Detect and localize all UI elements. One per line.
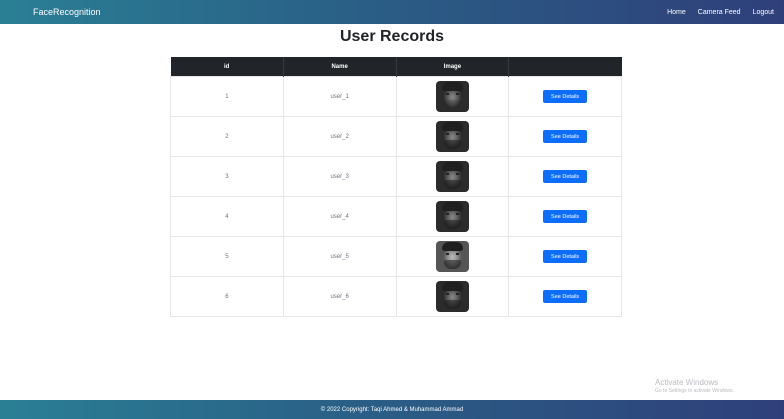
cell-image xyxy=(395,76,510,117)
user-face-image xyxy=(435,81,469,112)
user-face-image xyxy=(435,201,469,232)
table-header-row: id Name Image xyxy=(170,57,622,77)
footer: © 2022 Copyright: Taqi Ahmed & Muhammad … xyxy=(0,400,784,419)
cell-action: See Details xyxy=(508,236,622,277)
nav-links: Home Camera Feed Logout xyxy=(667,9,774,16)
table-row: 6 user_6 See Details xyxy=(170,276,622,317)
nav-link-camera-feed[interactable]: Camera Feed xyxy=(698,9,741,16)
user-face-image xyxy=(435,241,469,272)
user-face-image xyxy=(435,281,469,312)
table-row: 4 user_4 See Details xyxy=(170,196,622,237)
cell-name: user_3 xyxy=(282,156,397,197)
user-records-table: id Name Image 1 user_1 See Details 2 use… xyxy=(170,57,622,317)
header-name: Name xyxy=(283,57,397,77)
table-row: 3 user_3 See Details xyxy=(170,156,622,197)
cell-id: 3 xyxy=(170,156,284,197)
cell-id: 5 xyxy=(170,236,284,277)
cell-image xyxy=(395,196,510,237)
cell-image xyxy=(395,156,510,197)
table-row: 1 user_1 See Details xyxy=(170,76,622,117)
navbar: FaceRecognition Home Camera Feed Logout xyxy=(0,0,784,24)
cell-name: user_1 xyxy=(282,76,397,117)
cell-action: See Details xyxy=(508,116,622,157)
see-details-button[interactable]: See Details xyxy=(543,90,588,103)
cell-action: See Details xyxy=(508,276,622,317)
see-details-button[interactable]: See Details xyxy=(543,210,588,223)
cell-name: user_4 xyxy=(282,196,397,237)
activate-windows-watermark: Activate Windows Go to Settings to activ… xyxy=(655,378,734,394)
watermark-title: Activate Windows xyxy=(655,378,719,387)
see-details-button[interactable]: See Details xyxy=(543,290,588,303)
cell-id: 2 xyxy=(170,116,284,157)
watermark-subtitle: Go to Settings to activate Windows. xyxy=(655,388,734,394)
cell-name: user_2 xyxy=(282,116,397,157)
cell-id: 1 xyxy=(170,76,284,117)
nav-link-logout[interactable]: Logout xyxy=(753,9,774,16)
table-row: 2 user_2 See Details xyxy=(170,116,622,157)
cell-image xyxy=(395,276,510,317)
page-title: User Records xyxy=(339,28,445,45)
cell-image xyxy=(395,116,510,157)
footer-copyright: © 2022 Copyright: Taqi Ahmed & Muhammad … xyxy=(320,406,464,413)
header-image: Image xyxy=(396,57,510,77)
cell-image xyxy=(395,236,510,277)
cell-action: See Details xyxy=(508,76,622,117)
cell-name: user_6 xyxy=(282,276,397,317)
table-row: 5 user_5 See Details xyxy=(170,236,622,277)
see-details-button[interactable]: See Details xyxy=(543,130,588,143)
nav-link-home[interactable]: Home xyxy=(667,9,686,16)
cell-id: 6 xyxy=(170,276,284,317)
cell-action: See Details xyxy=(508,156,622,197)
header-id: id xyxy=(170,57,284,77)
cell-action: See Details xyxy=(508,196,622,237)
see-details-button[interactable]: See Details xyxy=(543,170,588,183)
brand-link[interactable]: FaceRecognition xyxy=(33,7,101,17)
cell-id: 4 xyxy=(170,196,284,237)
user-face-image xyxy=(435,121,469,152)
user-face-image xyxy=(435,161,469,192)
header-actions xyxy=(508,57,622,77)
cell-name: user_5 xyxy=(282,236,397,277)
see-details-button[interactable]: See Details xyxy=(543,250,588,263)
